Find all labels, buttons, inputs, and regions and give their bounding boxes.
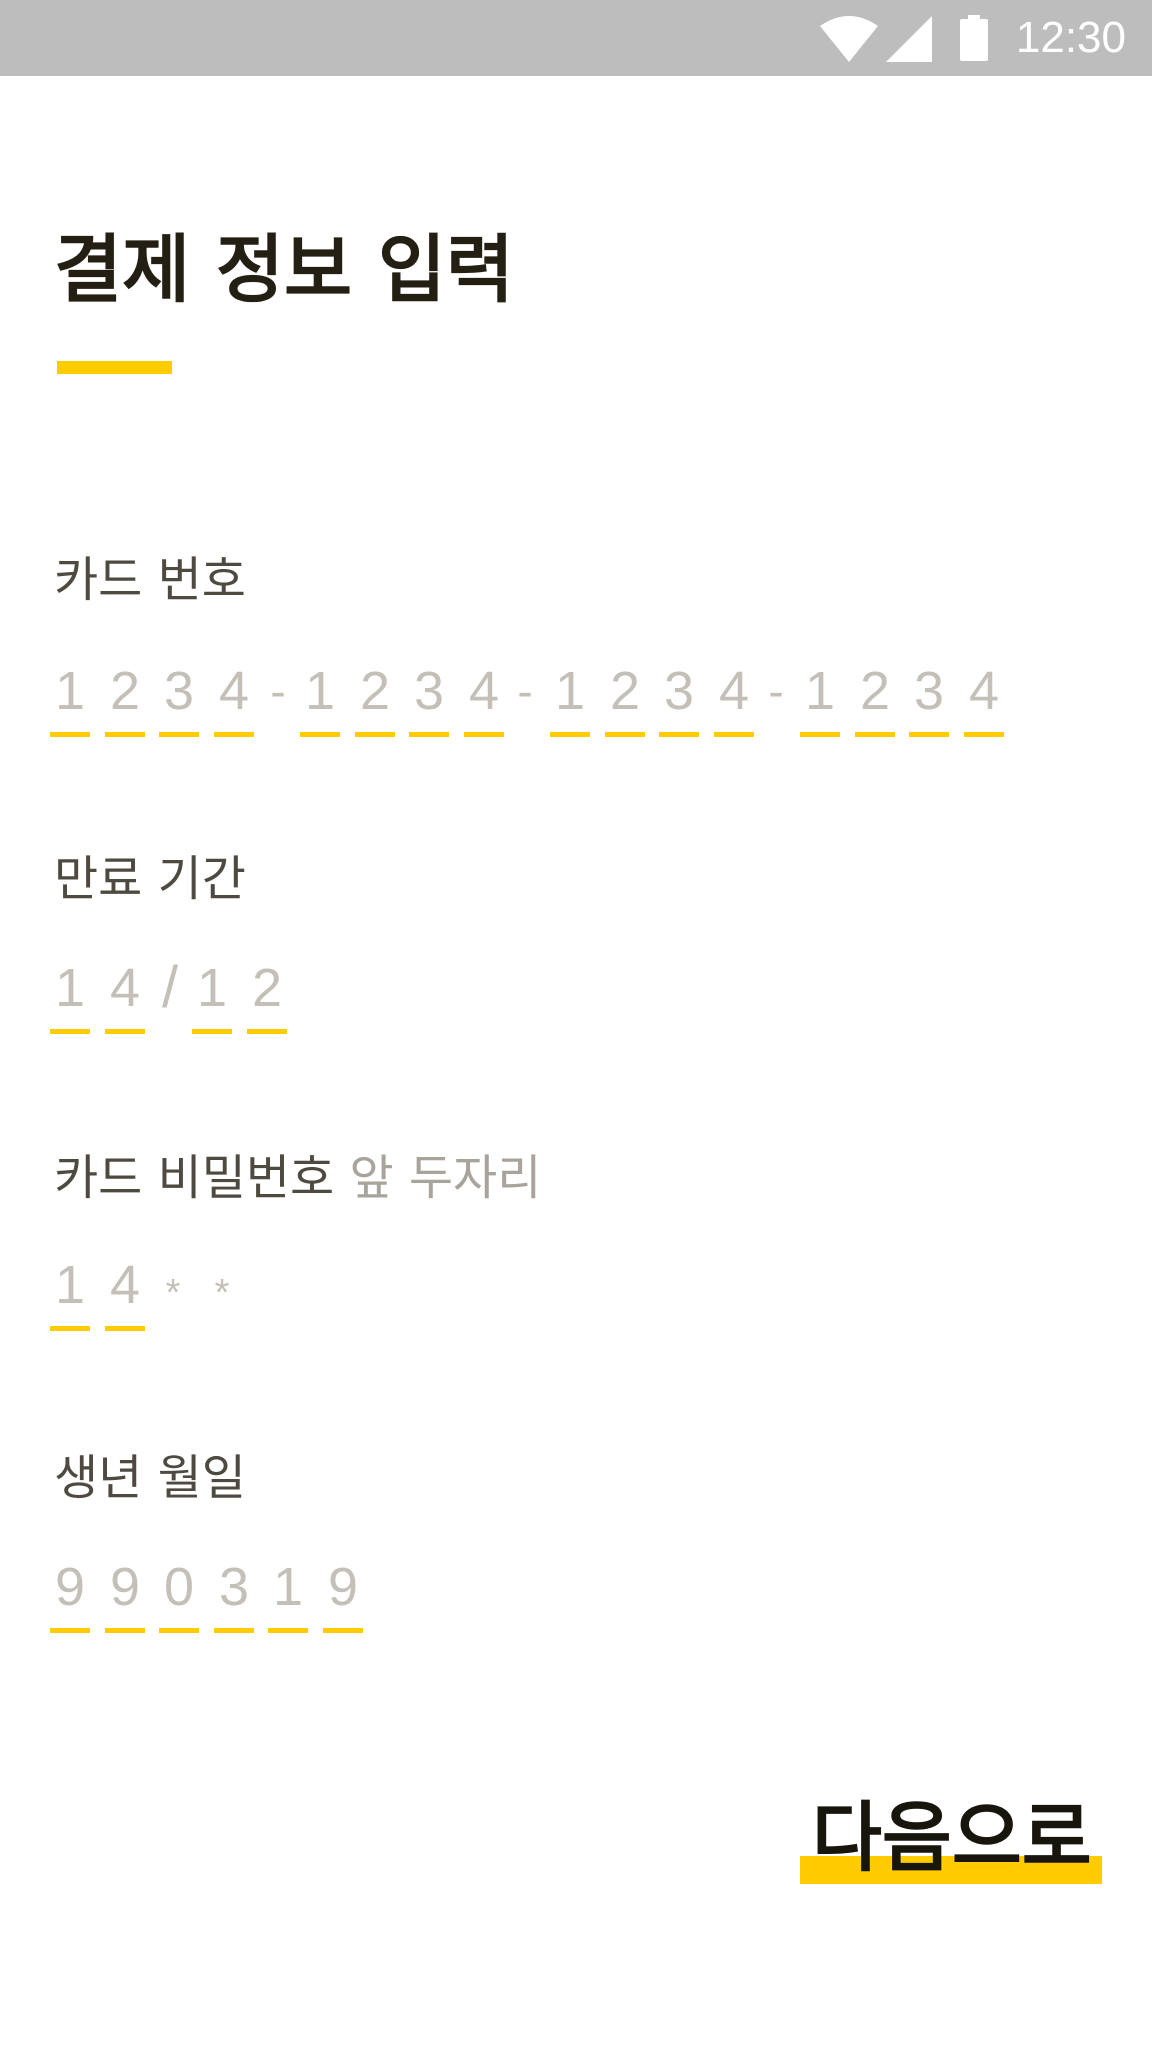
card-number-digit[interactable]: 2 — [605, 656, 645, 737]
card-password-digit[interactable]: 1 — [50, 1250, 90, 1331]
card-password-mask: * — [165, 1272, 181, 1314]
birthdate-digit[interactable]: 9 — [323, 1552, 363, 1633]
card-number-digit[interactable]: 2 — [105, 656, 145, 737]
card-number-digit[interactable]: 1 — [50, 656, 90, 737]
birthdate-digit[interactable]: 0 — [159, 1552, 199, 1633]
expiry-separator: / — [161, 955, 179, 1020]
card-password-label: 카드 비밀번호 앞 두자리 — [54, 1146, 541, 1210]
battery-icon — [960, 15, 988, 61]
next-button-label: 다음으로 — [812, 1793, 1092, 1882]
card-number-digit[interactable]: 3 — [659, 656, 699, 737]
card-number-digit[interactable]: 3 — [909, 656, 949, 737]
expiry-year-digit[interactable]: 2 — [247, 953, 287, 1034]
card-number-digit[interactable]: 4 — [214, 656, 254, 737]
card-password-label-text: 카드 비밀번호 — [54, 1150, 335, 1206]
birthdate-digit[interactable]: 1 — [268, 1552, 308, 1633]
card-number-separator: - — [270, 665, 286, 717]
status-bar: 12:30 — [0, 0, 1152, 76]
card-number-separator: - — [517, 665, 533, 717]
wifi-icon — [820, 16, 878, 62]
title-accent-bar — [57, 361, 172, 374]
card-number-digit[interactable]: 1 — [300, 656, 340, 737]
card-number-digit[interactable]: 3 — [159, 656, 199, 737]
birthdate-digit[interactable]: 9 — [50, 1552, 90, 1633]
card-number-separator: - — [768, 665, 784, 717]
card-password-digit[interactable]: 4 — [105, 1250, 145, 1331]
card-password-hint: 앞 두자리 — [349, 1150, 542, 1206]
card-number-digit[interactable]: 2 — [855, 656, 895, 737]
page-title: 결제 정보 입력 — [54, 227, 515, 313]
expiry-month-digit[interactable]: 4 — [105, 953, 145, 1034]
card-number-digit[interactable]: 4 — [714, 656, 754, 737]
expiry-label: 만료 기간 — [54, 851, 246, 907]
card-number-digit[interactable]: 1 — [800, 656, 840, 737]
status-time: 12:30 — [1015, 13, 1126, 62]
next-button[interactable]: 다음으로 — [800, 1790, 1102, 1896]
birthdate-digit[interactable]: 9 — [105, 1552, 145, 1633]
expiry-month-digit[interactable]: 1 — [50, 953, 90, 1034]
expiry-year-digit[interactable]: 1 — [192, 953, 232, 1034]
card-number-digit[interactable]: 4 — [464, 656, 504, 737]
card-number-digit[interactable]: 1 — [550, 656, 590, 737]
birthdate-digit[interactable]: 3 — [214, 1552, 254, 1633]
card-number-label: 카드 번호 — [54, 552, 246, 608]
card-number-digit[interactable]: 4 — [964, 656, 1004, 737]
signal-icon — [886, 16, 932, 62]
card-number-digit[interactable]: 2 — [355, 656, 395, 737]
birthdate-label: 생년 월일 — [54, 1450, 246, 1506]
card-password-mask: * — [214, 1272, 230, 1314]
card-number-digit[interactable]: 3 — [409, 656, 449, 737]
